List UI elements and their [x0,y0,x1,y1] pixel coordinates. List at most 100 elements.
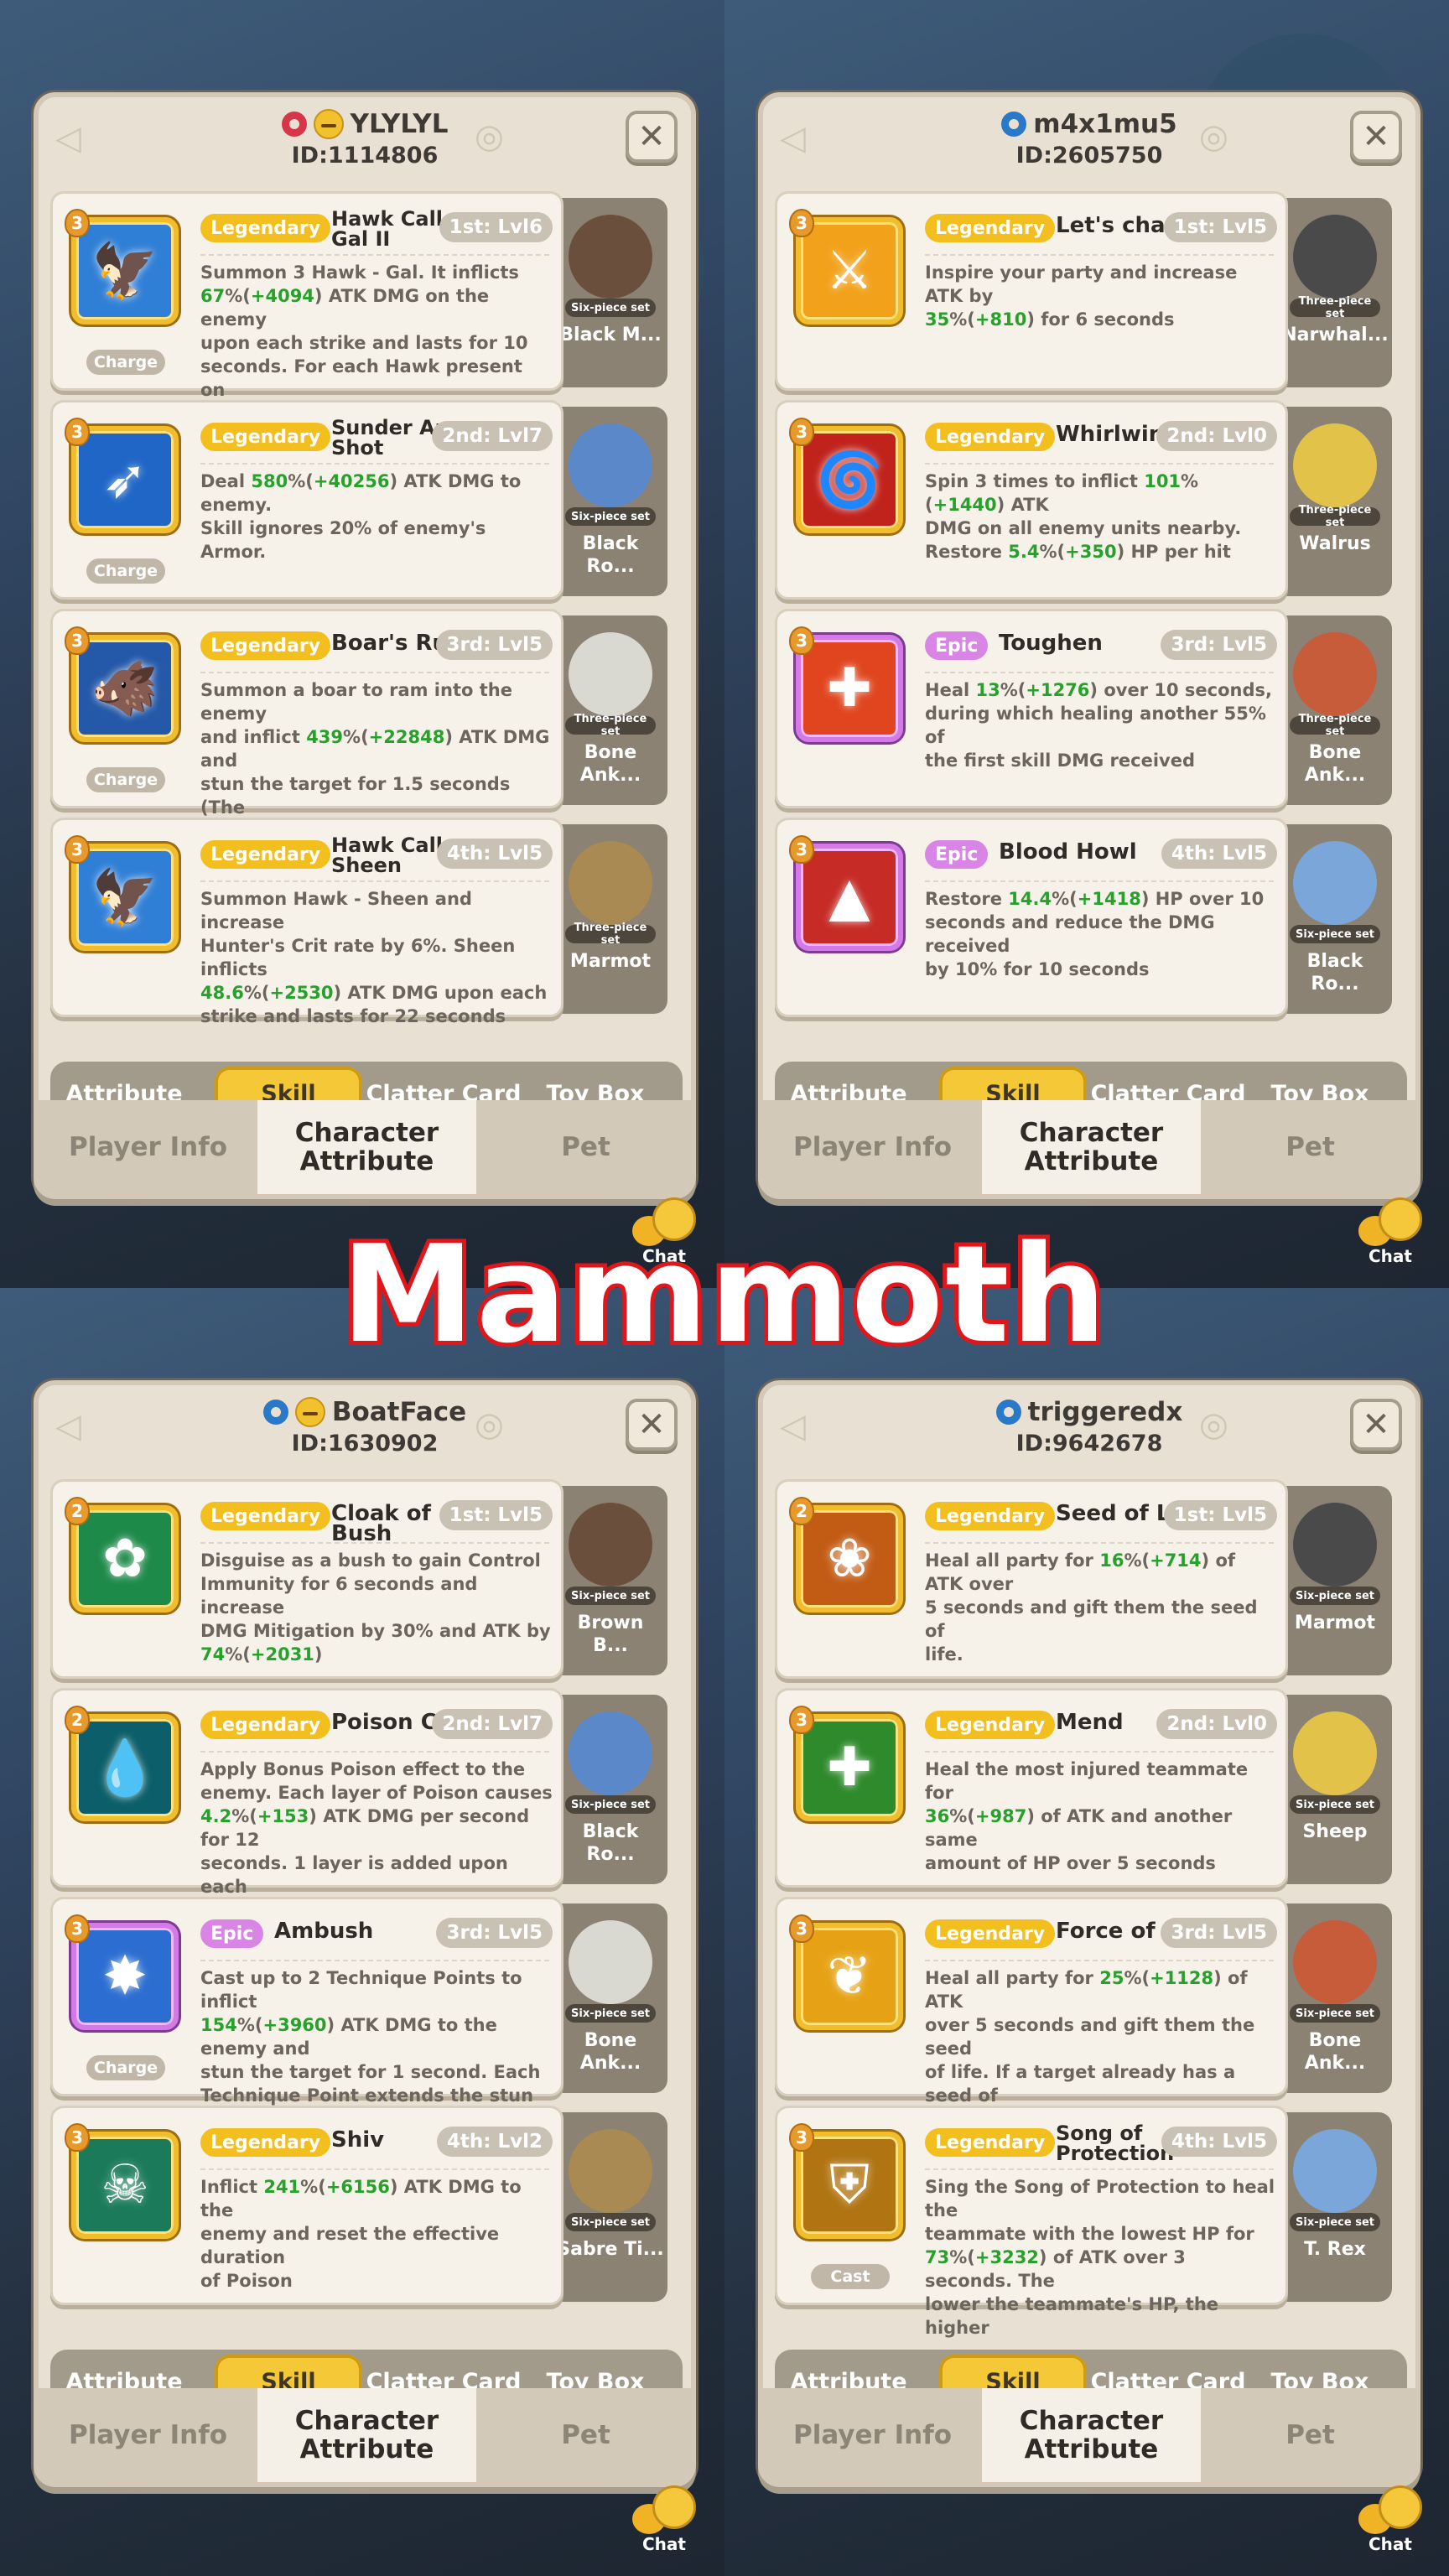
bottom-tab-pet[interactable]: Pet [1201,2388,1415,2482]
skill-slot-level: 2nd: Lvl0 [1156,1709,1277,1739]
rarity-badge: Legendary [925,423,1056,451]
bottom-tab-character-attribute[interactable]: Character Attribute [982,2388,1201,2482]
close-button[interactable]: ✕ [626,111,678,163]
bottom-tab-character-attribute[interactable]: Character Attribute [257,1100,476,1194]
pet-slot[interactable]: Six-piece set Brown B... [553,1486,667,1675]
close-button[interactable]: ✕ [626,1399,678,1451]
skill-slot-level: 4th: Lvl5 [1161,839,1277,869]
skill-card-body[interactable]: 3 ✸ Charge Epic Ambush 3rd: Lvl5 Cast up to 2 … [50,1897,564,2153]
skill-icon[interactable]: ⛨ [796,2132,903,2239]
bottom-tab-player-info[interactable]: Player Info [39,2388,257,2482]
pet-avatar [569,632,652,716]
pet-slot[interactable]: Three-piece set Marmot [553,824,667,1014]
skill-slot-level: 3rd: Lvl5 [1161,630,1277,660]
skill-level-badge: 3 [789,1914,814,1943]
pet-set-badge: Six-piece set [565,2213,656,2231]
skill-icon[interactable]: ❦ [796,1923,903,2030]
pet-name: Bone Ank... [1304,2030,1366,2074]
skill-card-body[interactable]: 3 ❦ Legendary Force of Bud 3rd: Lvl5 Heal all… [775,1897,1288,2129]
skill-level-badge: 3 [789,835,814,864]
pet-slot[interactable]: Six-piece set Black Ro... [1278,824,1392,1014]
skill-slot-level: 3rd: Lvl5 [1161,1918,1277,1948]
skill-card-body[interactable]: 2 ✿ Legendary Cloak of Bush 1st: Lvl5 Disguis… [50,1479,564,1679]
player-id: ID:1114806 [291,143,439,169]
skill-level-badge: 3 [789,626,814,655]
pet-slot[interactable]: Six-piece set Black Ro... [553,1695,667,1884]
skill-card-body[interactable]: 3 🌀 Legendary Whirlwind 2nd: Lvl0 Spin 3 time… [775,400,1288,600]
skill-card-body[interactable]: 2 💧 Legendary Poison Coat 2nd: Lvl7 Apply Bon… [50,1688,564,1920]
bottom-tab-player-info[interactable]: Player Info [39,1100,257,1194]
skill-icon[interactable]: 💧 [71,1714,179,1821]
bottom-tab-player-info[interactable]: Player Info [763,2388,982,2482]
bottom-tab-player-info[interactable]: Player Info [763,1100,982,1194]
skill-card-body[interactable]: 3🦅ChargeLegendaryHawk Call - Gal II1st: … [50,191,564,423]
pet-avatar [1293,632,1377,716]
skill-card-body[interactable]: 3 ☠ Legendary Shiv 4th: Lvl2 Inflict 241%(+61… [50,2106,564,2305]
chat-button[interactable]: Chat [1353,2480,1437,2556]
panel-header: BoatFace ID:1630902 [39,1385,691,1479]
skill-card-body[interactable]: 3🦅LegendaryHawk Call - Sheen4th: Lvl5Sum… [50,818,564,1026]
bottom-tab-character-attribute[interactable]: Character Attribute [982,1100,1201,1194]
skill-card-body[interactable]: 3 ✚ Epic Toughen 3rd: Lvl5 Heal 13%(+1276) ov… [775,609,1288,808]
skill-icon[interactable]: ✸ [71,1923,179,2030]
pet-slot[interactable]: Three-piece set Bone Ank... [1278,615,1392,805]
skill-level-badge: 3 [65,626,90,655]
skill-card-body[interactable]: 3 ✚ Legendary Mend 2nd: Lvl0 Heal the most in… [775,1688,1288,1888]
pet-name: Bone Ank... [579,742,641,786]
close-button[interactable]: ✕ [1350,111,1402,163]
pet-slot[interactable]: Six-piece set Black Ro... [553,407,667,596]
skill-icon[interactable]: ⚔ [796,217,903,325]
pet-name: Bone Ank... [579,2030,641,2074]
skill-card-body[interactable]: 3 ▲ Epic Blood Howl 4th: Lvl5 Restore 14.4%(+… [775,818,1288,1017]
skill-level-badge: 2 [65,1497,90,1525]
skill-icon[interactable]: ❀ [796,1505,903,1613]
pet-slot[interactable]: Six-piece set Marmot [1278,1486,1392,1675]
skill-card: Six-piece set Black Ro... 3 ➶ Charge Legendar… [50,400,667,600]
skill-icon[interactable]: ✚ [796,635,903,742]
pet-slot[interactable]: Three-piece set Narwhal... [1278,198,1392,387]
skill-card: Six-piece set T. Rex 3 ⛨ Cast Legendary Song o… [775,2106,1392,2361]
skill-name: Toughen [999,631,1103,656]
skill-card-body[interactable]: 3 ⛨ Cast Legendary Song of Protection 4th: Lv… [775,2106,1288,2361]
skill-icon[interactable]: ✚ [796,1714,903,1821]
pet-slot[interactable]: Six-piece set T. Rex [1278,2112,1392,2302]
skill-icon[interactable]: ➶ [71,426,179,533]
skill-card-body[interactable]: 2 ❀ Legendary Seed of Life 1st: Lvl5 Heal all… [775,1479,1288,1679]
chat-button[interactable]: Chat [627,2480,711,2556]
pet-slot[interactable]: Three-piece set Bone Ank... [553,615,667,805]
skill-icon[interactable]: 🐗 [71,635,179,742]
pet-name: Narwhal... [1281,325,1389,345]
bottom-tab-character-attribute[interactable]: Character Attribute [257,2388,476,2482]
pet-slot[interactable]: Six-piece set Black M... [553,198,667,387]
pet-slot[interactable]: Six-piece set Sabre Ti... [553,2112,667,2302]
pet-slot[interactable]: Six-piece set Bone Ank... [1278,1903,1392,2093]
close-icon: ✕ [1362,1405,1390,1444]
rarity-badge: Legendary [200,2128,331,2157]
skill-icon[interactable]: 🦅 [71,217,179,325]
skill-icon[interactable]: 🌀 [796,426,903,533]
divider [925,1542,1274,1544]
skull-icon: ☠ [101,2154,149,2216]
skill-card-body[interactable]: 3 🐗 Charge Legendary Boar's Rush 3rd: Lvl5 Sum… [50,609,564,865]
skill-icon[interactable]: ▲ [796,844,903,951]
bottom-tab-pet[interactable]: Pet [476,2388,691,2482]
skill-card-body[interactable]: 3➶ChargeLegendarySunder Armor Shot2nd: L… [50,400,564,600]
rarity-badge: Legendary [200,1711,331,1739]
skill-icon[interactable]: ☠ [71,2132,179,2239]
page-title: Mammoth [337,1212,1111,1377]
pet-slot[interactable]: Three-piece set Walrus [1278,407,1392,596]
pet-avatar [1293,2129,1377,2213]
pet-slot[interactable]: Six-piece set Bone Ank... [553,1903,667,2093]
pet-slot[interactable]: Six-piece set Sheep [1278,1695,1392,1884]
skill-icon[interactable]: ✿ [71,1505,179,1613]
skill-card-body[interactable]: 3 ⚔ Legendary Let's charge 1st: Lvl5 Inspire … [775,191,1288,391]
pet-set-badge: Six-piece set [1290,1587,1380,1605]
skill-icon[interactable]: 🦅 [71,844,179,951]
bottom-tab-pet[interactable]: Pet [476,1100,691,1194]
skill-card: Six-piece set Black M... 3 🦅 Charge Legendary… [50,191,667,423]
close-button[interactable]: ✕ [1350,1399,1402,1451]
skill-slot-level: 1st: Lvl6 [439,212,553,242]
player-name: YLYLYL [350,109,449,139]
cast-badge: Cast [811,2264,890,2289]
bottom-tab-pet[interactable]: Pet [1201,1100,1415,1194]
